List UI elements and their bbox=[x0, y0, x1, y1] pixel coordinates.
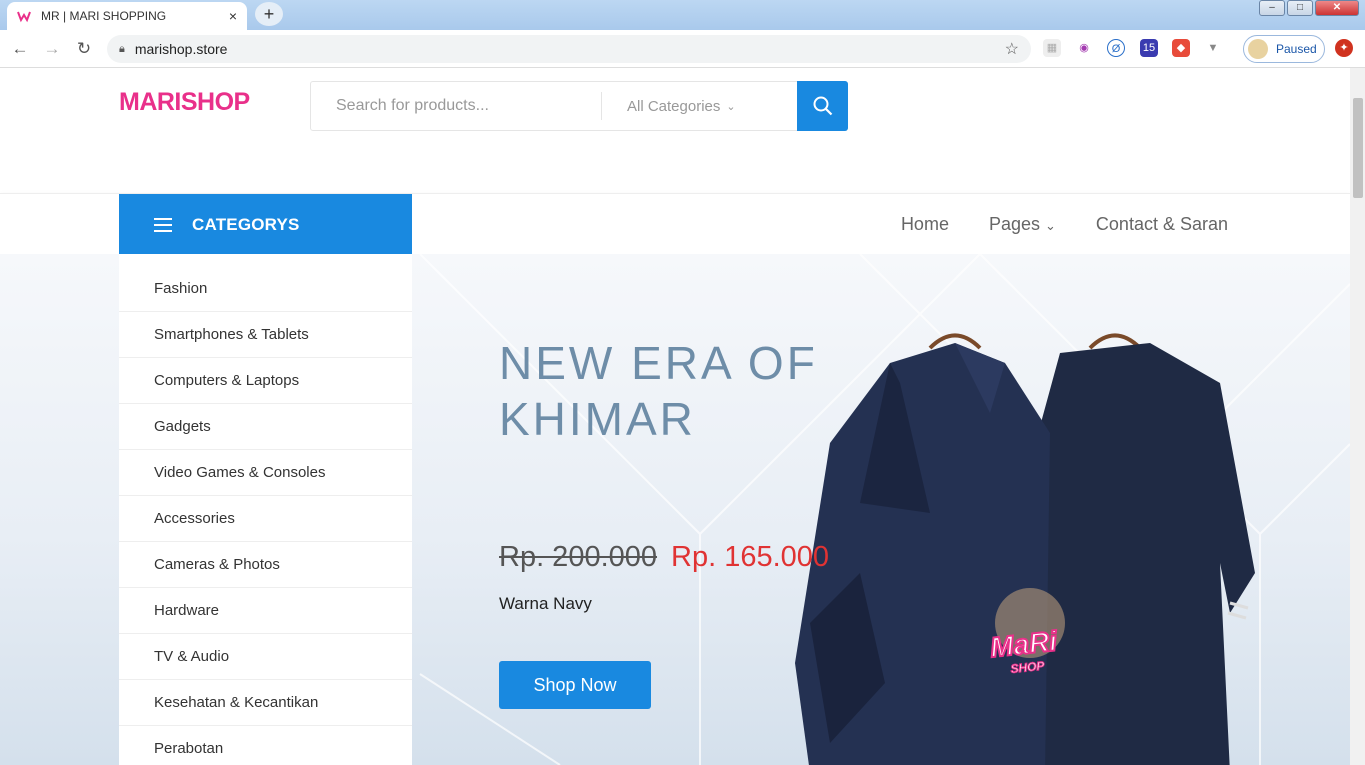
avatar bbox=[1248, 39, 1268, 59]
sale-price: Rp. 165.000 bbox=[671, 541, 830, 573]
window-controls: – □ ✕ bbox=[1259, 0, 1359, 16]
scrollbar-thumb[interactable] bbox=[1353, 98, 1363, 198]
lock-icon: 🔒︎ bbox=[119, 42, 125, 55]
menu-pages-label: Pages bbox=[988, 214, 1040, 234]
search-input[interactable] bbox=[311, 83, 601, 129]
back-icon[interactable]: ← bbox=[4, 39, 36, 59]
maximize-icon[interactable]: □ bbox=[1287, 0, 1313, 16]
category-item[interactable]: Accessories bbox=[119, 496, 412, 542]
search-icon bbox=[813, 96, 832, 116]
hero-headline-line2: KHIMAR bbox=[499, 393, 696, 445]
profile-status: Paused bbox=[1276, 42, 1317, 56]
url-text: marishop.store bbox=[134, 41, 228, 57]
hero-headline: NEW ERA OF KHIMAR bbox=[499, 335, 818, 447]
browser-toolbar: ← → ↻ 🔒︎ marishop.store ☆ ▦ ◉ Ø 15 ◆ ▼ P… bbox=[0, 30, 1365, 68]
categories-list: Fashion Smartphones & Tablets Computers … bbox=[119, 254, 412, 765]
menu-pages[interactable]: Pages ⌄ bbox=[989, 214, 1056, 235]
main-menu: Home Pages ⌄ Contact & Saran bbox=[901, 194, 1228, 255]
category-item[interactable]: Fashion bbox=[119, 254, 412, 312]
extension-update-icon[interactable]: ✦ bbox=[1335, 39, 1353, 57]
bookmark-star-icon[interactable]: ☆ bbox=[1005, 39, 1019, 59]
extension-square-icon[interactable]: ◆ bbox=[1172, 39, 1190, 57]
profile-button[interactable]: Paused bbox=[1243, 35, 1325, 63]
logo-text: MARISHOP bbox=[119, 88, 250, 116]
category-item[interactable]: Perabotan bbox=[119, 726, 412, 765]
hamburger-icon bbox=[154, 214, 172, 236]
extension-badge: 15 bbox=[1142, 42, 1156, 54]
main-navbar: CATEGORYS Home Pages ⌄ Contact & Saran bbox=[0, 193, 1350, 255]
category-item[interactable]: Gadgets bbox=[119, 404, 412, 450]
menu-contact[interactable]: Contact & Saran bbox=[1096, 214, 1228, 235]
hero-headline-line1: NEW ERA OF bbox=[499, 337, 818, 389]
new-tab-button[interactable]: + bbox=[255, 2, 283, 26]
extension-v-icon[interactable]: ▼ bbox=[1204, 39, 1222, 57]
chevron-down-icon: ⌄ bbox=[1045, 218, 1056, 233]
tab-title: MR | MARI SHOPPING bbox=[41, 9, 167, 23]
category-item[interactable]: Video Games & Consoles bbox=[119, 450, 412, 496]
old-price: Rp. 200.000 bbox=[499, 541, 658, 573]
product-image[interactable]: MaRi SHOP bbox=[790, 323, 1290, 765]
extension-compass-icon[interactable]: Ø bbox=[1107, 39, 1125, 57]
chevron-down-icon: ⌄ bbox=[726, 100, 736, 113]
reload-icon[interactable]: ↻ bbox=[68, 39, 100, 59]
shop-now-button[interactable]: Shop Now bbox=[499, 661, 651, 709]
categories-toggle-button[interactable]: CATEGORYS bbox=[119, 194, 412, 255]
category-item[interactable]: Cameras & Photos bbox=[119, 542, 412, 588]
category-item[interactable]: TV & Audio bbox=[119, 634, 412, 680]
website-viewport: MARISHOP All Categories ⌄ CATEGORYS Home… bbox=[0, 68, 1350, 765]
category-item[interactable]: Hardware bbox=[119, 588, 412, 634]
site-favicon-icon bbox=[17, 9, 31, 23]
categories-label: CATEGORYS bbox=[192, 214, 300, 234]
page-scrollbar[interactable] bbox=[1350, 68, 1365, 765]
minimize-icon[interactable]: – bbox=[1259, 0, 1285, 16]
product-color: Warna Navy bbox=[499, 594, 592, 613]
category-item[interactable]: Smartphones & Tablets bbox=[119, 312, 412, 358]
category-item[interactable]: Kesehatan & Kecantikan bbox=[119, 680, 412, 726]
address-bar[interactable]: 🔒︎ marishop.store ☆ bbox=[107, 35, 1031, 63]
extension-school-icon[interactable]: 15 bbox=[1140, 39, 1158, 57]
browser-tab[interactable]: MR | MARI SHOPPING × bbox=[7, 2, 247, 30]
forward-icon[interactable]: → bbox=[36, 39, 68, 59]
close-window-icon[interactable]: ✕ bbox=[1315, 0, 1359, 16]
category-select[interactable]: All Categories ⌄ bbox=[601, 92, 796, 120]
extension-grid-icon[interactable]: ▦ bbox=[1043, 39, 1061, 57]
browser-tab-strip: MR | MARI SHOPPING × + – □ ✕ bbox=[0, 0, 1365, 30]
tab-close-icon[interactable]: × bbox=[229, 8, 237, 24]
site-logo[interactable]: MARISHOP bbox=[119, 88, 250, 117]
extension-broadcast-icon[interactable]: ◉ bbox=[1075, 39, 1093, 57]
category-select-value: All Categories bbox=[627, 97, 721, 115]
search-form: All Categories ⌄ bbox=[310, 81, 848, 131]
hero-prices: Rp. 200.000 Rp. 165.000 bbox=[499, 541, 829, 574]
category-item[interactable]: Computers & Laptops bbox=[119, 358, 412, 404]
search-button[interactable] bbox=[797, 81, 848, 131]
menu-home[interactable]: Home bbox=[901, 214, 949, 235]
